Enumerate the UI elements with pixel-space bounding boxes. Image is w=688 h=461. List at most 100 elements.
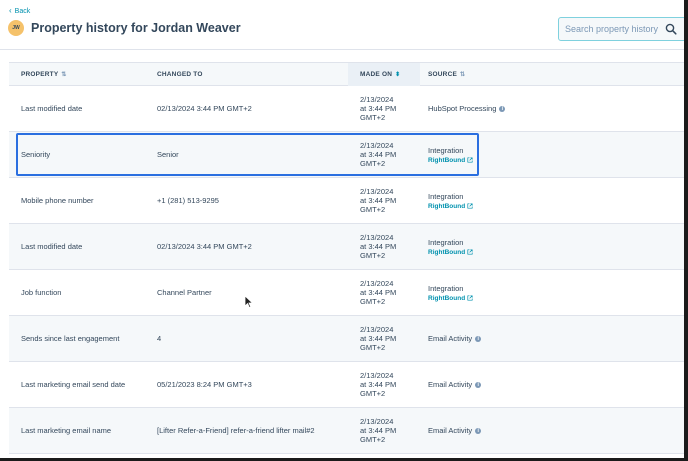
made-on-cell: 2/13/2024 at 3:44 PM GMT+2 bbox=[360, 224, 420, 269]
search-box[interactable] bbox=[558, 17, 684, 41]
property-cell: Last modified date bbox=[21, 242, 83, 251]
changed-to-cell: 4 bbox=[157, 334, 162, 343]
made-on-line: at 3:44 PM bbox=[360, 196, 397, 205]
column-header-property[interactable]: PROPERTY ⇅ bbox=[21, 63, 67, 86]
source-label: Integration bbox=[428, 191, 464, 201]
source-cell: Integration RightBound bbox=[428, 132, 628, 177]
source-cell: Integration RightBound bbox=[428, 224, 628, 269]
panel-header: ‹ Back JW Property history for Jordan We… bbox=[0, 0, 684, 50]
changed-to-cell: [Lifter Refer-a-Friend] refer-a-friend l… bbox=[157, 426, 315, 435]
back-link[interactable]: ‹ Back bbox=[9, 7, 30, 15]
source-label-wrap: Integration bbox=[428, 284, 463, 293]
external-link-icon bbox=[467, 249, 473, 255]
table-row[interactable]: Last marketing email name [Lifter Refer-a… bbox=[9, 408, 684, 454]
made-on-line: GMT+2 bbox=[360, 159, 386, 168]
made-on-line: GMT+2 bbox=[360, 435, 386, 444]
table-row[interactable]: Mobile phone number +1 (281) 513-9295 2/13… bbox=[9, 178, 684, 224]
source-label: Email Activity bbox=[428, 334, 473, 343]
changed-to-cell: 02/13/2024 3:44 PM GMT+2 bbox=[157, 104, 252, 113]
column-header-made-on[interactable]: MADE ON ⬍ bbox=[348, 63, 420, 86]
table-header: PROPERTY ⇅ CHANGED TO MADE ON ⬍ SOURCE ⇅ bbox=[9, 62, 684, 86]
page-title: Property history for Jordan Weaver bbox=[31, 21, 241, 35]
made-on-line: 2/13/2024 bbox=[360, 417, 394, 426]
changed-to-cell: +1 (281) 513-9295 bbox=[157, 196, 219, 205]
property-cell: Seniority bbox=[21, 150, 51, 159]
table-row[interactable]: Last modified date 02/13/2024 3:44 PM GMT… bbox=[9, 86, 684, 132]
property-cell: Last marketing email send date bbox=[21, 380, 126, 389]
sort-icon: ⇅ bbox=[61, 72, 67, 78]
external-link-icon bbox=[467, 157, 473, 163]
made-on-cell: 2/13/2024 at 3:44 PM GMT+2 bbox=[360, 178, 420, 223]
source-integration-link[interactable]: RightBound bbox=[428, 295, 473, 302]
made-on-cell: 2/13/2024 at 3:44 PM GMT+2 bbox=[360, 316, 420, 361]
property-cell: Last marketing email name bbox=[21, 426, 112, 435]
property-cell: Sends since last engagement bbox=[21, 334, 120, 343]
made-on-line: GMT+2 bbox=[360, 205, 386, 214]
property-history-panel: ‹ Back JW Property history for Jordan We… bbox=[0, 0, 684, 458]
info-icon[interactable]: i bbox=[475, 427, 482, 434]
source-link-label: RightBound bbox=[428, 156, 466, 164]
info-icon[interactable]: i bbox=[499, 105, 506, 112]
source-label-wrap: Email Activity i bbox=[428, 380, 482, 389]
made-on-cell: 2/13/2024 at 3:44 PM GMT+2 bbox=[360, 132, 420, 177]
made-on-line: at 3:44 PM bbox=[360, 104, 397, 113]
source-cell: Email Activity i bbox=[428, 316, 628, 361]
source-label-wrap: Integration bbox=[428, 238, 463, 247]
made-on-line: GMT+2 bbox=[360, 251, 386, 260]
search-input[interactable] bbox=[565, 24, 665, 34]
made-on-line: at 3:44 PM bbox=[360, 426, 397, 435]
property-history-table: PROPERTY ⇅ CHANGED TO MADE ON ⬍ SOURCE ⇅ La… bbox=[9, 62, 684, 454]
made-on-cell: 2/13/2024 at 3:44 PM GMT+2 bbox=[360, 270, 420, 315]
source-label-wrap: Integration bbox=[428, 192, 463, 201]
source-label-wrap: Email Activity i bbox=[428, 334, 482, 343]
source-label: Integration bbox=[428, 283, 464, 293]
mouse-pointer-icon bbox=[244, 295, 254, 309]
made-on-line: 2/13/2024 bbox=[360, 187, 394, 196]
source-label: Email Activity bbox=[428, 380, 473, 389]
sort-icon: ⇅ bbox=[460, 72, 466, 78]
table-row[interactable]: Sends since last engagement 4 2/13/2024 at … bbox=[9, 316, 684, 362]
source-integration-link[interactable]: RightBound bbox=[428, 203, 473, 210]
table-row[interactable]: Last modified date 02/13/2024 3:44 PM GMT… bbox=[9, 224, 684, 270]
back-label: Back bbox=[14, 7, 31, 15]
made-on-line: 2/13/2024 bbox=[360, 279, 394, 288]
made-on-line: 2/13/2024 bbox=[360, 233, 394, 242]
chevron-left-icon: ‹ bbox=[9, 6, 12, 15]
property-cell: Last modified date bbox=[21, 104, 83, 113]
made-on-cell: 2/13/2024 at 3:44 PM GMT+2 bbox=[360, 362, 420, 407]
table-row[interactable]: Seniority Senior 2/13/2024 at 3:44 PM GMT+2 I… bbox=[9, 132, 684, 178]
info-icon[interactable]: i bbox=[475, 335, 482, 342]
made-on-line: at 3:44 PM bbox=[360, 380, 397, 389]
info-icon[interactable]: i bbox=[475, 381, 482, 388]
made-on-line: at 3:44 PM bbox=[360, 150, 397, 159]
made-on-line: GMT+2 bbox=[360, 113, 386, 122]
table-body: Last modified date 02/13/2024 3:44 PM GMT… bbox=[9, 86, 684, 454]
source-integration-link[interactable]: RightBound bbox=[428, 249, 473, 256]
table-row[interactable]: Last marketing email send date 05/21/2023… bbox=[9, 362, 684, 408]
made-on-line: 2/13/2024 bbox=[360, 325, 394, 334]
search-icon[interactable] bbox=[665, 23, 677, 35]
made-on-line: at 3:44 PM bbox=[360, 242, 397, 251]
source-label-wrap: Email Activity i bbox=[428, 426, 482, 435]
made-on-line: GMT+2 bbox=[360, 343, 386, 352]
made-on-line: 2/13/2024 bbox=[360, 95, 394, 104]
table-row[interactable]: Job function Channel Partner 2/13/2024 at 3… bbox=[9, 270, 684, 316]
made-on-cell: 2/13/2024 at 3:44 PM GMT+2 bbox=[360, 86, 420, 131]
source-cell: Integration RightBound bbox=[428, 178, 628, 223]
source-cell: Email Activity i bbox=[428, 362, 628, 407]
source-label: Integration bbox=[428, 145, 464, 155]
property-cell: Mobile phone number bbox=[21, 196, 94, 205]
source-cell: HubSpot Processing i bbox=[428, 86, 628, 131]
column-header-changed-to: CHANGED TO bbox=[157, 71, 203, 78]
source-label: Email Activity bbox=[428, 426, 473, 435]
external-link-icon bbox=[467, 203, 473, 209]
source-integration-link[interactable]: RightBound bbox=[428, 157, 473, 164]
made-on-line: 2/13/2024 bbox=[360, 141, 394, 150]
source-label: Integration bbox=[428, 237, 464, 247]
made-on-line: at 3:44 PM bbox=[360, 288, 397, 297]
changed-to-cell: 02/13/2024 3:44 PM GMT+2 bbox=[157, 242, 252, 251]
made-on-cell: 2/13/2024 at 3:44 PM GMT+2 bbox=[360, 408, 420, 453]
column-header-source[interactable]: SOURCE ⇅ bbox=[428, 63, 465, 86]
source-label: HubSpot Processing bbox=[428, 104, 497, 113]
made-on-line: 2/13/2024 bbox=[360, 371, 394, 380]
